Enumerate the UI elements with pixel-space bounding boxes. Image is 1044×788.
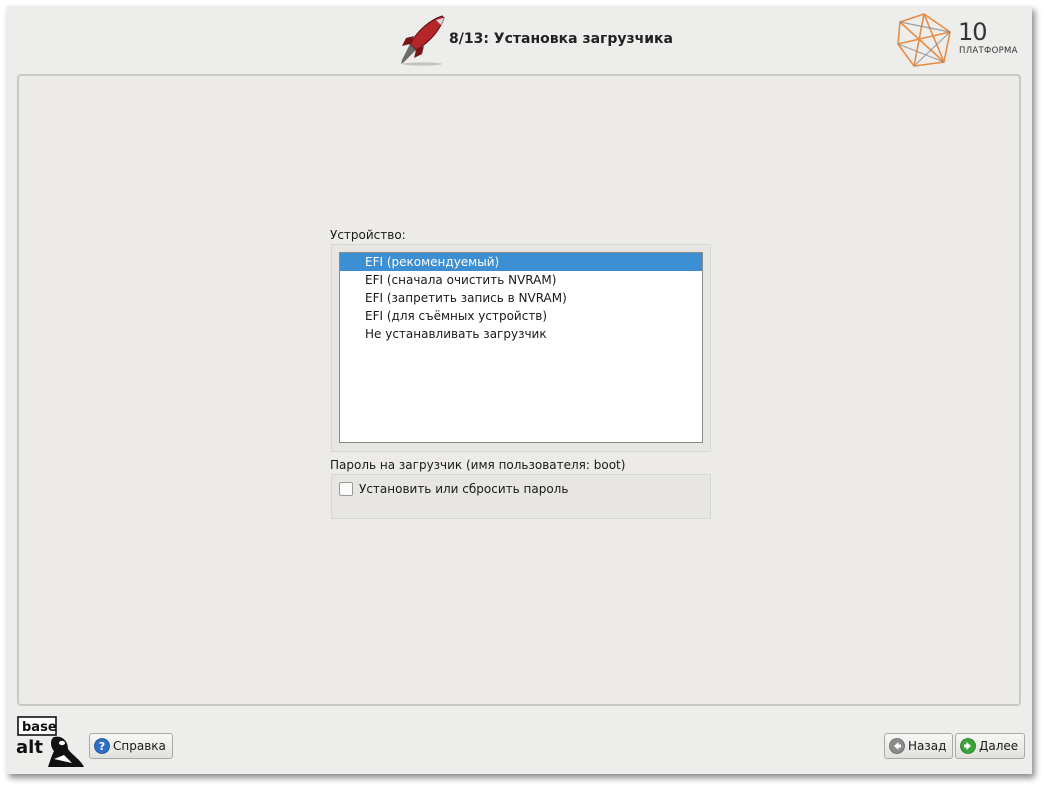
arrow-right-icon (960, 738, 976, 754)
svg-text:?: ? (99, 740, 105, 753)
device-option[interactable]: EFI (для съёмных устройств) (340, 307, 702, 325)
device-label: Устройство: (330, 228, 406, 242)
set-password-label[interactable]: Установить или сбросить пароль (359, 482, 568, 496)
help-icon: ? (94, 738, 110, 754)
basealt-logo-top-text: base (22, 720, 57, 735)
help-button-label: Справка (113, 739, 166, 753)
main-panel: Устройство: EFI (рекомендуемый) EFI (снач… (17, 74, 1021, 706)
password-label: Пароль на загрузчик (имя пользователя: b… (330, 458, 626, 472)
header: 8/13: Установка загрузчика 10 ПЛАТФОРМА (6, 6, 1032, 72)
platform-name: ПЛАТФОРМА (959, 46, 1018, 56)
basealt-logo: base alt (16, 716, 84, 767)
help-button[interactable]: ? Справка (89, 733, 173, 759)
arrow-left-icon (889, 738, 905, 754)
basealt-logo-bottom-text: alt (16, 737, 43, 758)
device-option[interactable]: EFI (сначала очистить NVRAM) (340, 271, 702, 289)
installer-window: 8/13: Установка загрузчика 10 ПЛАТФОРМА … (6, 6, 1032, 774)
next-button-label: Далее (979, 739, 1019, 753)
set-password-checkbox[interactable] (339, 482, 353, 496)
bottom-bar: base alt ? Справка Назад Далее (6, 712, 1032, 774)
back-button-label: Назад (908, 739, 947, 753)
password-frame: Установить или сбросить пароль (331, 474, 711, 519)
device-listbox[interactable]: EFI (рекомендуемый) EFI (сначала очистить… (339, 252, 703, 443)
rocket-icon (401, 15, 445, 66)
back-button[interactable]: Назад (884, 733, 954, 759)
device-option[interactable]: Не устанавливать загрузчик (340, 325, 702, 343)
next-button[interactable]: Далее (955, 733, 1026, 759)
device-list-frame: EFI (рекомендуемый) EFI (сначала очистить… (331, 244, 711, 452)
device-option[interactable]: EFI (рекомендуемый) (340, 253, 702, 271)
platform-version: 10 (958, 18, 988, 46)
step-title: 8/13: Установка загрузчика (449, 31, 673, 47)
device-option[interactable]: EFI (запретить запись в NVRAM) (340, 289, 702, 307)
